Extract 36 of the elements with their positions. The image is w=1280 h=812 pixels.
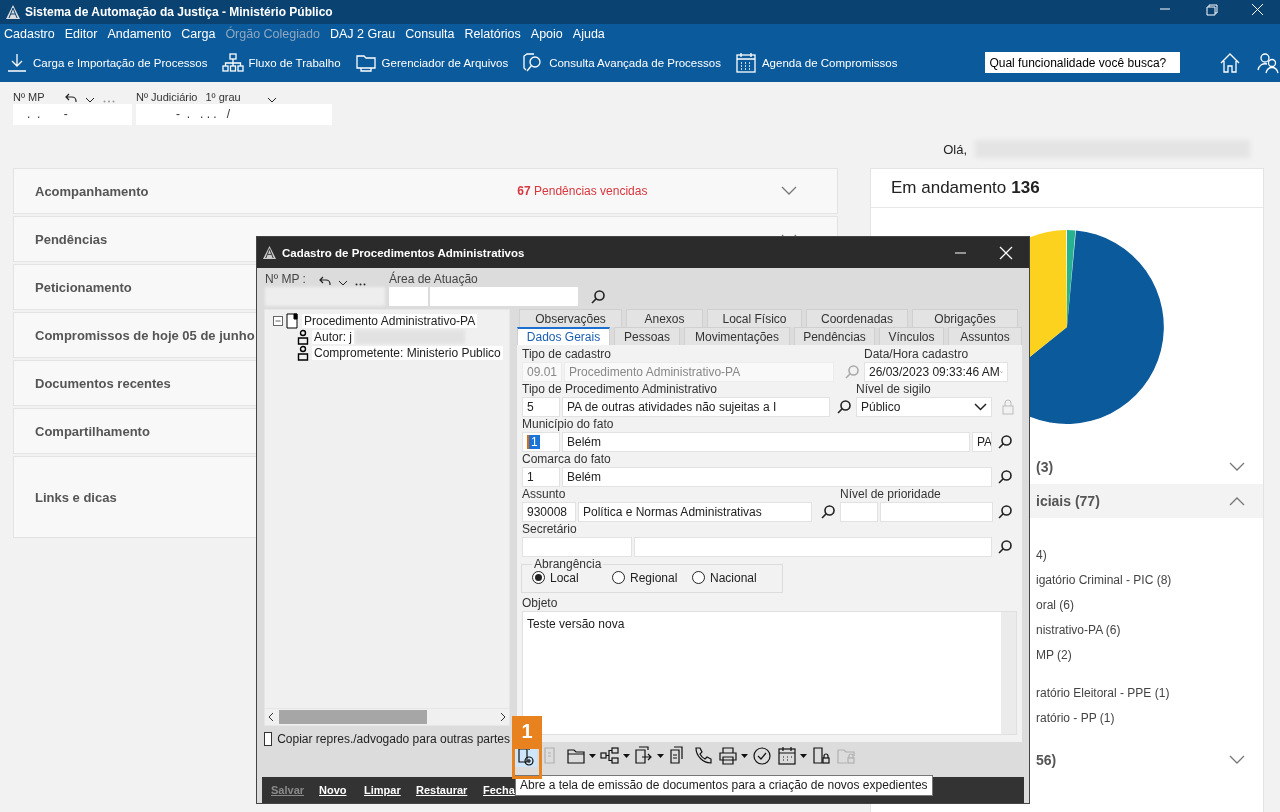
field-label: Área de Atuação xyxy=(389,272,478,286)
group-label: Abrangência xyxy=(533,559,603,569)
tooltip: Abre a tela de emissão de documentos para a criação de novos expedientes xyxy=(515,775,933,796)
section-title: (3) xyxy=(1036,459,1054,475)
field-label: Tipo de Procedimento Administrativo xyxy=(522,382,718,396)
section-title: iciais (77) xyxy=(1036,493,1100,509)
field-label: Comarca do fato xyxy=(522,452,612,466)
panel-title: Acompanhamento xyxy=(35,183,149,199)
field-label: Tipo de cadastro xyxy=(522,347,612,361)
field-label: Nº Judiciário xyxy=(136,91,198,103)
field-label: Data/Hora cadastro xyxy=(864,347,970,361)
field-label: Nível de sigilo xyxy=(856,382,932,396)
panel-title: Compromissos de hoje 05 de junho xyxy=(35,327,255,343)
greeting: Olá, xyxy=(943,141,967,157)
field-label: Município do fato xyxy=(522,417,615,431)
card-title: Em andamento xyxy=(891,178,1007,198)
dialog-title: Cadastro de Procedimentos Administrativos xyxy=(282,246,525,259)
panel-title: Documentos recentes xyxy=(35,375,171,391)
field-label: Secretário xyxy=(522,522,578,536)
panel-title: Peticionamento xyxy=(35,279,132,295)
tree-label: Autor: j xyxy=(312,330,354,344)
field-label: Objeto xyxy=(522,596,559,610)
field-label: Nº MP : xyxy=(265,272,306,286)
total-count: 136 xyxy=(1011,178,1040,198)
step-badge: 1 xyxy=(512,716,542,746)
tree-label: Comprometente: Ministerio Publico xyxy=(312,346,503,360)
panel-title: Pendências xyxy=(35,231,108,247)
tree-label: Procedimento Administrativo-PA xyxy=(302,314,478,328)
field-label: Assunto xyxy=(522,487,567,501)
field-label: Nº MP xyxy=(13,91,45,103)
panel-title: Links e dicas xyxy=(35,489,117,505)
overdue-count: 67 Pendências vencidas xyxy=(517,184,649,198)
window-title: Sistema de Automação da Justiça - Ministério Público xyxy=(25,5,334,19)
instance-label: 1º grau xyxy=(205,91,241,103)
section-title: 56) xyxy=(1036,751,1057,768)
panel-title: Compartilhamento xyxy=(35,423,150,439)
